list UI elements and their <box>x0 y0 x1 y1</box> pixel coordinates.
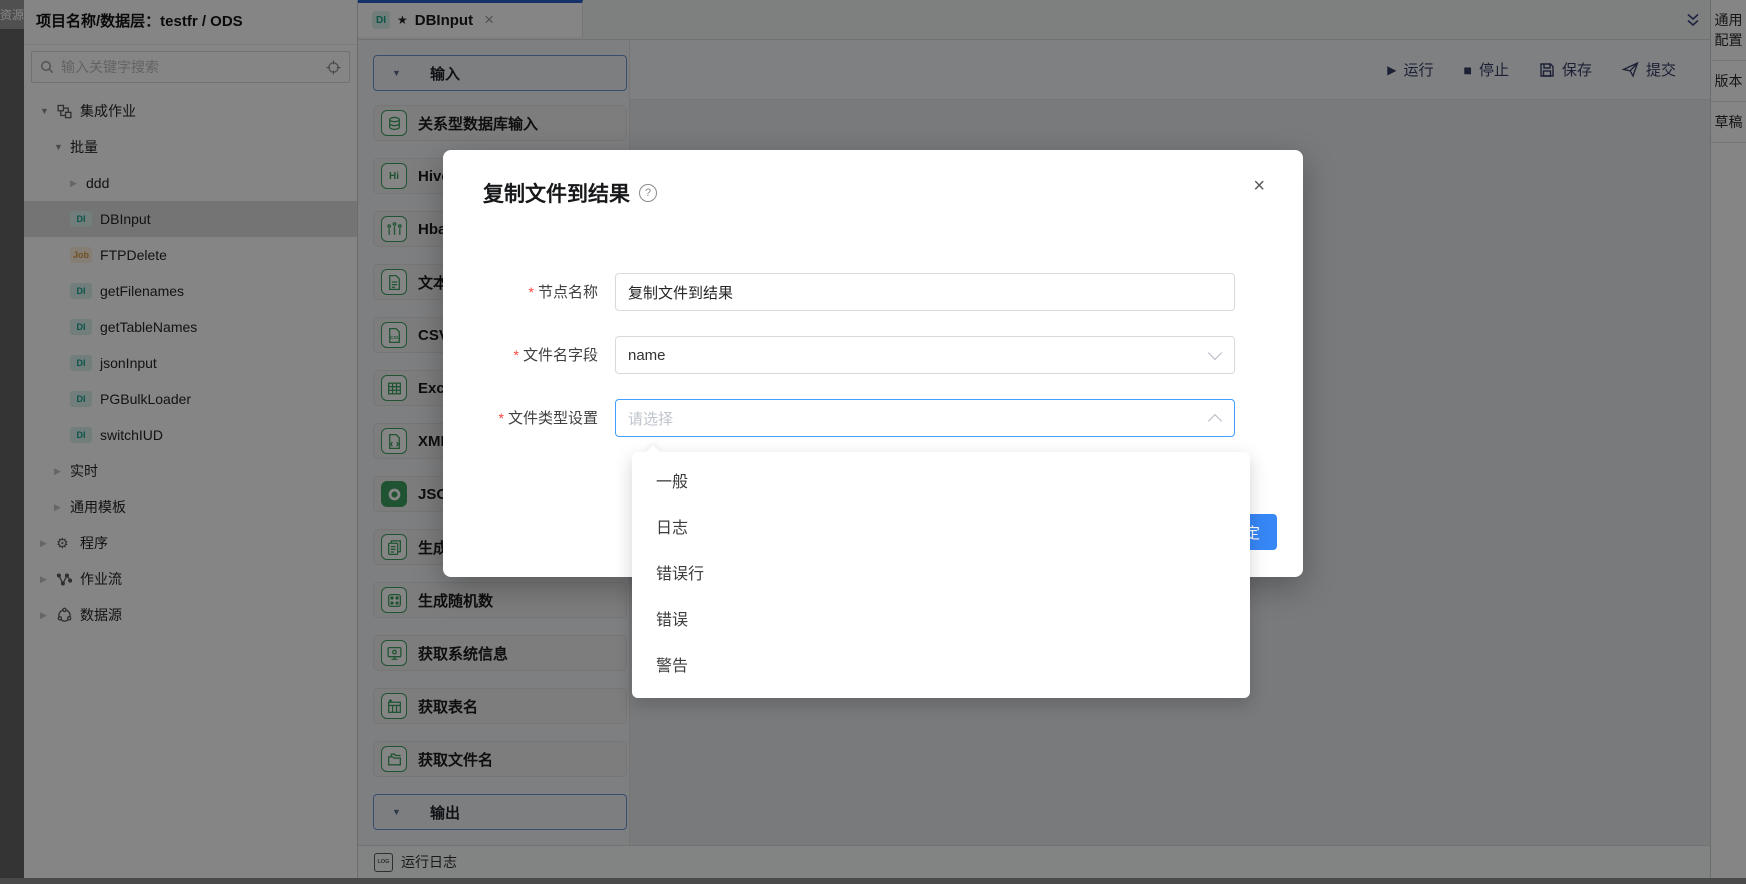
dropdown-option[interactable]: 警告 <box>632 644 1250 690</box>
field-label: 文件类型设置 <box>508 410 598 427</box>
form-row-filetype-setting: *文件类型设置 请选择 <box>443 399 1303 437</box>
dropdown-menu: 一般日志错误行错误警告 <box>632 460 1250 690</box>
help-icon[interactable]: ? <box>639 184 657 202</box>
select-placeholder: 请选择 <box>628 408 673 429</box>
dropdown-option[interactable]: 日志 <box>632 506 1250 552</box>
filetype-select[interactable]: 请选择 <box>615 399 1235 437</box>
field-label: 节点名称 <box>538 284 598 301</box>
required-marker: * <box>499 410 504 426</box>
filetype-dropdown: 一般日志错误行错误警告 <box>632 452 1250 698</box>
dropdown-option[interactable]: 错误 <box>632 598 1250 644</box>
chevron-down-icon <box>1208 346 1222 360</box>
select-value: name <box>628 347 666 364</box>
close-icon[interactable]: × <box>1253 176 1265 196</box>
chevron-up-icon <box>1208 414 1222 428</box>
field-label: 文件名字段 <box>523 347 598 364</box>
dropdown-option[interactable]: 错误行 <box>632 552 1250 598</box>
filename-field-select[interactable]: name <box>615 336 1235 374</box>
form-row-node-name: *节点名称 <box>443 273 1303 311</box>
node-name-input[interactable] <box>615 273 1235 311</box>
form-row-filename-field: *文件名字段 name <box>443 336 1303 374</box>
required-marker: * <box>514 347 519 363</box>
dropdown-option[interactable]: 一般 <box>632 460 1250 506</box>
required-marker: * <box>529 284 534 300</box>
dialog-title: 复制文件到结果 <box>483 178 630 208</box>
